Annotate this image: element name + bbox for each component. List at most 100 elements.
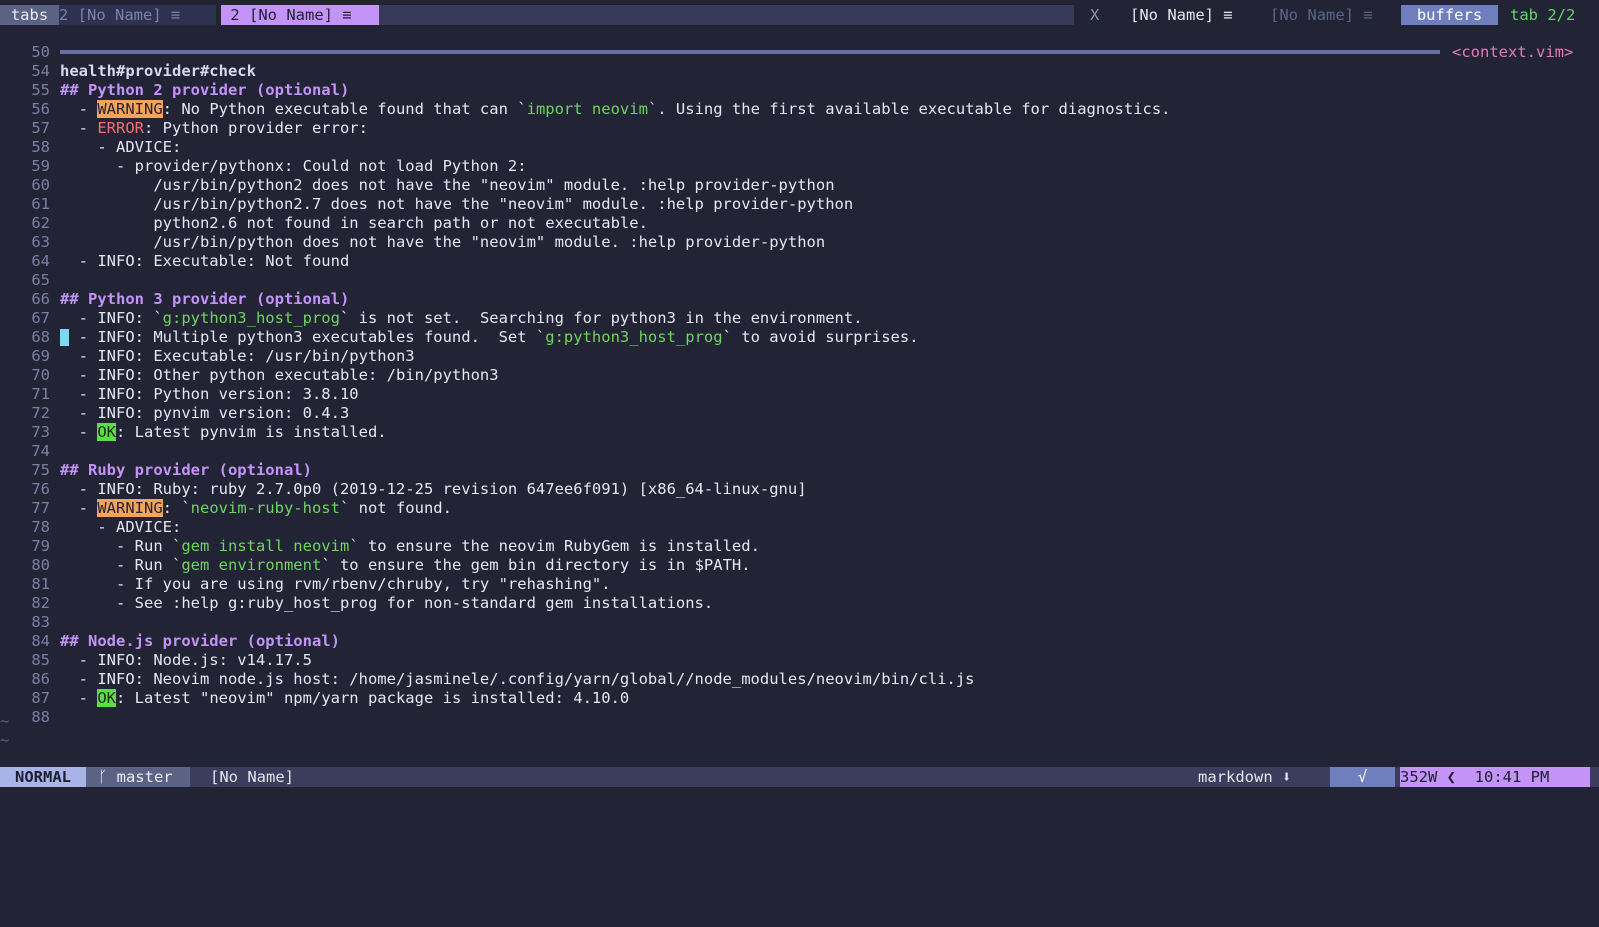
- line-text: - If you are using rvm/rbenv/chruby, try…: [60, 575, 611, 593]
- buffer-line[interactable]: 83: [0, 613, 1599, 632]
- line-number: 83: [31, 613, 50, 631]
- buffer-line[interactable]: 86 - INFO: Neovim node.js host: /home/ja…: [0, 670, 1599, 689]
- buffer-line[interactable]: 73 - OK: Latest pynvim is installed.: [0, 423, 1599, 442]
- buffer-line[interactable]: 56 - WARNING: No Python executable found…: [0, 100, 1599, 119]
- buffer-line[interactable]: 70 - INFO: Other python executable: /bin…: [0, 366, 1599, 385]
- buffer-line[interactable]: 55 ## Python 2 provider (optional): [0, 81, 1599, 100]
- command-line[interactable]: [0, 787, 1599, 823]
- empty-line-marker: ~: [0, 712, 10, 730]
- buffer-line[interactable]: 60 /usr/bin/python2 does not have the "n…: [0, 176, 1599, 195]
- line-number: 84: [31, 632, 50, 650]
- line-number: 74: [31, 442, 50, 460]
- tab-count: tab 2/2: [1510, 6, 1576, 24]
- line-text: - INFO: Executable: /usr/bin/python3: [60, 347, 415, 365]
- buffer-line[interactable]: 75 ## Ruby provider (optional): [0, 461, 1599, 480]
- buffer-line[interactable]: 72 - INFO: pynvim version: 0.4.3: [0, 404, 1599, 423]
- line-number: 76: [31, 480, 50, 498]
- mode-indicator: NORMAL: [0, 767, 86, 787]
- buffer-line[interactable]: 76 - INFO: Ruby: ruby 2.7.0p0 (2019-12-2…: [0, 480, 1599, 499]
- buffer-line[interactable]: 62 python2.6 not found in search path or…: [0, 214, 1599, 233]
- line-text: - OK: Latest "neovim" npm/yarn package i…: [60, 689, 630, 707]
- line-number: 54: [31, 62, 50, 80]
- buffer-1[interactable]: [No Name] ≡: [1130, 5, 1233, 25]
- buffer-line[interactable]: 66 ## Python 3 provider (optional): [0, 290, 1599, 309]
- git-branch: ᚴ master: [98, 767, 190, 787]
- line-number: 60: [31, 176, 50, 194]
- buffer-line[interactable]: 67 - INFO: `g:python3_host_prog` is not …: [0, 309, 1599, 328]
- buffer-line[interactable]: 63 /usr/bin/python does not have the "ne…: [0, 233, 1599, 252]
- buffer-line[interactable]: 65: [0, 271, 1599, 290]
- line-text: ## Python 3 provider (optional): [60, 290, 350, 308]
- line-text: ## Python 2 provider (optional): [60, 81, 350, 99]
- line-text: - INFO: `g:python3_host_prog` is not set…: [60, 309, 863, 327]
- line-number: 70: [31, 366, 50, 384]
- line-number: 57: [31, 119, 50, 137]
- buffer-line[interactable]: 79 - Run `gem install neovim` to ensure …: [0, 537, 1599, 556]
- line-text: /usr/bin/python does not have the "neovi…: [60, 233, 826, 251]
- line-number: 56: [31, 100, 50, 118]
- line-number: 75: [31, 461, 50, 479]
- line-number: 87: [31, 689, 50, 707]
- buffer-line[interactable]: 88: [0, 708, 1599, 727]
- line-text: - See :help g:ruby_host_prog for non-sta…: [60, 594, 714, 612]
- buffers-label: buffers: [1401, 5, 1498, 25]
- line-text: - Run `gem install neovim` to ensure the…: [60, 537, 760, 555]
- line-text: - INFO: Other python executable: /bin/py…: [60, 366, 499, 384]
- context-label: <context.vim>: [1452, 43, 1574, 61]
- wordcount-clock: 352W ❮ 10:41 PM: [1400, 767, 1590, 787]
- buffer-line[interactable]: 82 - See :help g:ruby_host_prog for non-…: [0, 594, 1599, 613]
- context-line: 50 health#provider#check: [0, 24, 1599, 80]
- line-number: 59: [31, 157, 50, 175]
- buffer-line[interactable]: 59 - provider/pythonx: Could not load Py…: [0, 157, 1599, 176]
- buffer-line[interactable]: 80 - Run `gem environment` to ensure the…: [0, 556, 1599, 575]
- buffer-line[interactable]: 84 ## Node.js provider (optional): [0, 632, 1599, 651]
- buffer-line[interactable]: 54: [0, 62, 1599, 81]
- line-text: - INFO: Ruby: ruby 2.7.0p0 (2019-12-25 r…: [60, 480, 807, 498]
- tab-2-active[interactable]: 2 [No Name] ≡: [221, 5, 379, 25]
- line-text: - INFO: pynvim version: 0.4.3: [60, 404, 350, 422]
- line-text: - OK: Latest pynvim is installed.: [60, 423, 387, 441]
- buffer-line[interactable]: 64 - INFO: Executable: Not found: [0, 252, 1599, 271]
- line-text: - INFO: Executable: Not found: [60, 252, 350, 270]
- close-tab-button[interactable]: X: [1090, 5, 1099, 25]
- line-text: ## Node.js provider (optional): [60, 632, 340, 650]
- line-text: - INFO: Neovim node.js host: /home/jasmi…: [60, 670, 975, 688]
- buffer-line[interactable]: 68 - INFO: Multiple python3 executables …: [0, 328, 1599, 347]
- buffer-line[interactable]: 57 - ERROR: Python provider error:: [0, 119, 1599, 138]
- buffer-line[interactable]: 58 - ADVICE:: [0, 138, 1599, 157]
- buffer-line[interactable]: 78 - ADVICE:: [0, 518, 1599, 537]
- line-text: /usr/bin/python2.7 does not have the "ne…: [60, 195, 854, 213]
- line-number: 79: [31, 537, 50, 555]
- line-number: 80: [31, 556, 50, 574]
- buffer-line[interactable]: 77 - WARNING: `neovim-ruby-host` not fou…: [0, 499, 1599, 518]
- text-cursor: [60, 329, 69, 346]
- line-text: - Run `gem environment` to ensure the ge…: [60, 556, 751, 574]
- line-number: 62: [31, 214, 50, 232]
- line-number: 55: [31, 81, 50, 99]
- line-text: /usr/bin/python2 does not have the "neov…: [60, 176, 835, 194]
- buffer-line[interactable]: 71 - INFO: Python version: 3.8.10: [0, 385, 1599, 404]
- buffer-line[interactable]: 87 - OK: Latest "neovim" npm/yarn packag…: [0, 689, 1599, 708]
- buffer-line[interactable]: 74: [0, 442, 1599, 461]
- buffer-line[interactable]: 69 - INFO: Executable: /usr/bin/python3: [0, 347, 1599, 366]
- buffer-line[interactable]: 85 - INFO: Node.js: v14.17.5: [0, 651, 1599, 670]
- line-text: - WARNING: No Python executable found th…: [60, 100, 1171, 118]
- statusline: NORMAL ᚴ master [No Name] markdown ⬇ √ 3…: [0, 767, 1599, 787]
- file-name: [No Name]: [210, 768, 294, 786]
- line-number: 64: [31, 252, 50, 270]
- line-number: 73: [31, 423, 50, 441]
- line-number: 71: [31, 385, 50, 403]
- buffer-line[interactable]: 81 - If you are using rvm/rbenv/chruby, …: [0, 575, 1599, 594]
- line-number: 86: [31, 670, 50, 688]
- line-number: 65: [31, 271, 50, 289]
- buffer-line[interactable]: 61 /usr/bin/python2.7 does not have the …: [0, 195, 1599, 214]
- line-text: ## Ruby provider (optional): [60, 461, 312, 479]
- line-text: python2.6 not found in search path or no…: [60, 214, 648, 232]
- line-number: 63: [31, 233, 50, 251]
- buffer-2[interactable]: [No Name] ≡: [1270, 5, 1373, 25]
- empty-line-marker: ~: [0, 731, 10, 749]
- line-number: 72: [31, 404, 50, 422]
- tab-1[interactable]: 2 [No Name] ≡: [59, 5, 216, 25]
- encoding-indicator: √: [1330, 767, 1395, 787]
- line-number: 81: [31, 575, 50, 593]
